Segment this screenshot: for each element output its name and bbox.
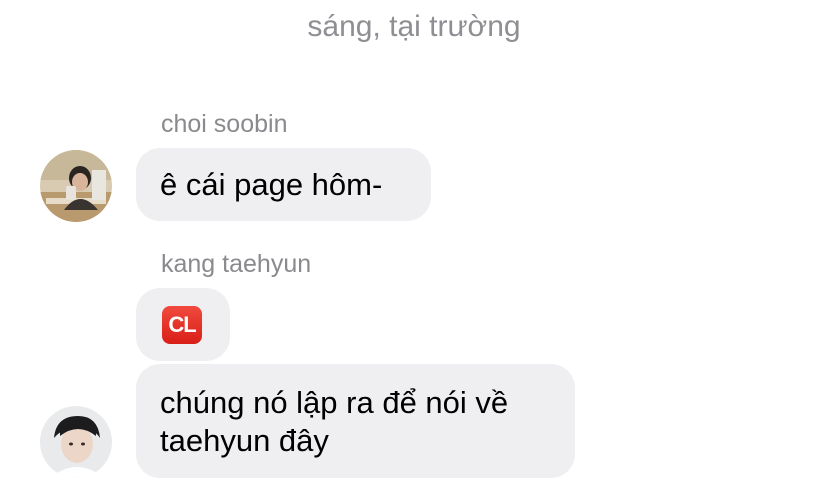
avatar-photo-icon — [40, 406, 112, 478]
avatar-taehyun[interactable] — [40, 406, 112, 478]
emoji-bubble[interactable]: CL — [136, 288, 230, 361]
thread-context-header: sáng, tại trường — [307, 10, 521, 43]
message-text: chúng nó lập ra để nói về taehyun đây — [160, 385, 509, 458]
sender-name: choi soobin — [161, 110, 288, 138]
avatar-soobin[interactable] — [40, 150, 112, 222]
message-bubble[interactable]: ê cái page hôm- — [136, 148, 431, 221]
cl-emoji-icon: CL — [162, 306, 202, 344]
avatar-photo-icon — [40, 150, 112, 222]
sender-name: kang taehyun — [161, 250, 312, 278]
message-text: ê cái page hôm- — [160, 167, 383, 202]
message-bubble[interactable]: chúng nó lập ra để nói về taehyun đây — [136, 364, 575, 478]
